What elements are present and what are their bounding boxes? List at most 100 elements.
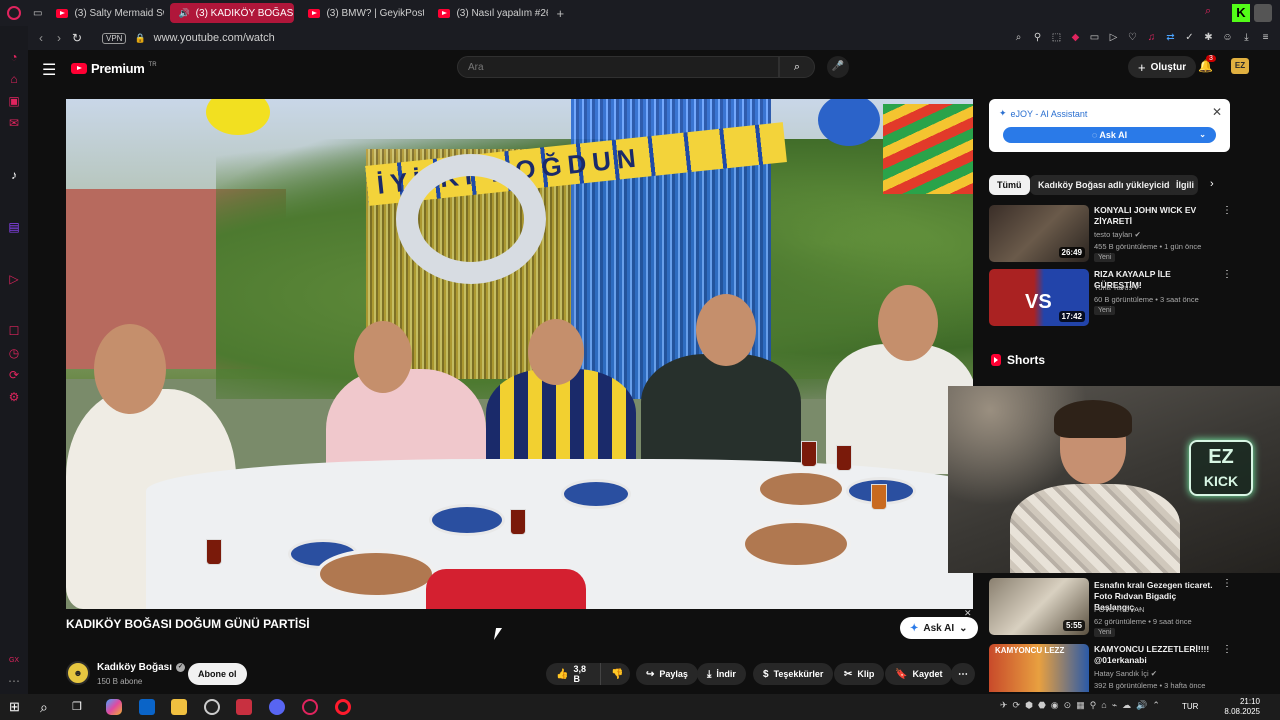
discord-icon[interactable] xyxy=(269,699,285,715)
video-player[interactable]: İYİ Kİ DOĞDUN xyxy=(66,99,973,609)
ejoy-ask-ai-button[interactable]: ◌ Ask AI ⌄ xyxy=(1003,127,1216,143)
guide-menu-icon[interactable]: ☰ xyxy=(42,60,56,80)
player-icon[interactable]: ▷ xyxy=(7,272,21,286)
like-button[interactable]: 👍 3,8 B xyxy=(546,663,600,685)
zoom-icon[interactable]: ⌕ xyxy=(1012,31,1025,44)
chip-related[interactable]: İlgili xyxy=(1170,175,1198,195)
tab-kadikoy-bogasi[interactable]: 🔊 (3) KADIKÖY BOĞASI xyxy=(170,3,295,23)
tea-glass xyxy=(836,445,852,471)
new-tab-button[interactable]: + xyxy=(556,6,564,21)
tray-icons[interactable]: ✈⟳⬢⬣◉⊙▦⚲⌂⌁☁🔊⌃ xyxy=(1000,700,1165,711)
windows-start-icon[interactable]: ⊞ xyxy=(9,699,25,715)
recommendation-item[interactable]: 26:49 KONYALI JOHN WICK EV ZİYARETİ test… xyxy=(989,205,1232,263)
tab-bmw-geyikpost[interactable]: (3) BMW? | GeyikPost#4 xyxy=(300,3,424,23)
more-vertical-icon[interactable]: ⋮ xyxy=(1222,205,1232,216)
reload-icon[interactable]: ↻ xyxy=(68,31,86,45)
new-badge: Yeni xyxy=(1094,306,1116,315)
recommendation-item[interactable]: VS 17:42 RIZA KAYAALP İLE GÜREŞTİM! Tuna… xyxy=(989,269,1232,327)
channel-name-row[interactable]: Kadıköy Boğası ✓ xyxy=(97,662,186,673)
more-vertical-icon[interactable]: ⋮ xyxy=(1222,269,1232,280)
video-thumbnail[interactable]: VS 17:42 xyxy=(989,269,1089,326)
close-icon[interactable]: ✕ xyxy=(1212,105,1222,119)
youtube-logo[interactable]: Premium TR xyxy=(71,61,157,76)
vpn-badge[interactable]: VPN xyxy=(102,32,127,44)
more-actions-button[interactable]: ⋯ xyxy=(951,663,975,685)
workspaces-icon[interactable]: ▭ xyxy=(33,8,42,19)
system-clock[interactable]: 21:10 8.08.2025 xyxy=(1224,697,1260,717)
thanks-button[interactable]: $ Teşekkürler xyxy=(753,663,834,685)
subscribe-button[interactable]: Abone ol xyxy=(188,663,247,685)
video-thumbnail[interactable]: KAMYONCU LEZZ xyxy=(989,644,1089,692)
opera-icon[interactable] xyxy=(335,699,351,715)
language-indicator[interactable]: TUR xyxy=(1182,702,1198,711)
chevron-right-icon[interactable]: › xyxy=(1210,178,1214,190)
history-icon[interactable]: ◷ xyxy=(7,346,21,360)
tiktok-icon[interactable]: ♪ xyxy=(7,168,21,182)
video-title[interactable]: KONYALI JOHN WICK EV ZİYARETİ xyxy=(1094,205,1216,227)
ask-ai-button[interactable]: ✦ Ask AI ⌄ xyxy=(900,617,978,639)
aria-icon[interactable]: ◔ xyxy=(7,50,21,64)
search-tabs-icon[interactable]: ⌕ xyxy=(1205,5,1211,18)
flow-icon[interactable]: ▭ xyxy=(1088,31,1101,44)
recommendation-item[interactable]: KAMYONCU LEZZ KAMYONCU LEZZETLERİ!!!! @0… xyxy=(989,644,1229,692)
download-button[interactable]: ⤓ İndir xyxy=(697,663,746,685)
forward-icon[interactable]: › xyxy=(50,31,68,45)
video-thumbnail[interactable]: 5:55 xyxy=(989,578,1089,635)
silver-number-balloon xyxy=(396,154,546,284)
clip-button[interactable]: ✂ Klip xyxy=(834,663,885,685)
twitch-icon[interactable]: ▤ xyxy=(7,220,21,234)
profile-icon[interactable]: ☺ xyxy=(1221,31,1234,44)
search-button[interactable]: ⌕ xyxy=(779,56,815,78)
browser-logo-icon[interactable] xyxy=(7,6,21,20)
copilot-icon[interactable] xyxy=(106,699,122,715)
search-icon[interactable]: ⌕ xyxy=(40,699,56,715)
more-vertical-icon[interactable]: ⋮ xyxy=(1222,644,1229,655)
create-button[interactable]: + Oluştur xyxy=(1128,56,1197,78)
extensions-icon[interactable]: ⟳ xyxy=(7,368,21,382)
menu-icon[interactable]: ≡ xyxy=(1259,31,1272,44)
tab-salty-mermaid[interactable]: (3) Salty Mermaid Swimw xyxy=(48,3,164,23)
shield-icon[interactable]: ◆ xyxy=(1069,31,1082,44)
gx-icon[interactable]: GX xyxy=(7,654,21,668)
heart-icon[interactable]: ♡ xyxy=(1126,31,1139,44)
person-2-head xyxy=(354,321,412,393)
audio-extension-icon[interactable]: ♫ xyxy=(1145,31,1158,44)
extension-icon[interactable]: ✓ xyxy=(1183,31,1196,44)
search-input[interactable] xyxy=(468,61,778,73)
voice-search-icon[interactable]: 🎤 xyxy=(827,56,849,78)
settings-icon[interactable]: ⚙ xyxy=(7,390,21,404)
video-title[interactable]: KAMYONCU LEZZETLERİ!!!! @01erkanabi xyxy=(1094,644,1216,666)
translate-extension-icon[interactable]: ⇄ xyxy=(1164,31,1177,44)
dislike-button[interactable]: 👎 xyxy=(600,663,630,685)
save-button[interactable]: 🔖 Kaydet xyxy=(885,663,953,685)
file-explorer-icon[interactable] xyxy=(171,699,187,715)
pin-icon[interactable]: ⚲ xyxy=(1031,31,1044,44)
video-editor-icon[interactable] xyxy=(236,699,252,715)
task-view-icon[interactable]: ❐ xyxy=(72,699,88,715)
snapshot-icon[interactable]: ⬚ xyxy=(1050,31,1063,44)
channel-avatar[interactable]: ☻ xyxy=(66,661,90,685)
puzzle-icon[interactable]: ✱ xyxy=(1202,31,1215,44)
outlook-icon[interactable] xyxy=(139,699,155,715)
messenger-icon[interactable]: ▣ xyxy=(7,94,21,108)
tab-nasil-yapalim[interactable]: (3) Nasıl yapalım #267 | K xyxy=(430,3,548,23)
account-avatar[interactable]: EZ xyxy=(1231,58,1249,74)
video-thumbnail[interactable]: 26:49 xyxy=(989,205,1089,262)
more-icon[interactable]: ⋯ xyxy=(7,674,21,688)
download-icon[interactable]: ⤓ xyxy=(1240,31,1253,44)
person-4 xyxy=(641,354,801,474)
send-icon[interactable]: ▷ xyxy=(1107,31,1120,44)
chip-from-uploader[interactable]: Kadıköy Boğası adlı yükleyiciden xyxy=(1030,175,1189,195)
recommendation-item[interactable]: 5:55 Esnafın kralı Gezegen ticaret. Foto… xyxy=(989,578,1232,637)
shopping-icon[interactable]: ⌂ xyxy=(7,72,21,86)
url-field[interactable]: www.youtube.com/watch xyxy=(154,32,275,44)
more-vertical-icon[interactable]: ⋮ xyxy=(1222,578,1232,589)
mail-icon[interactable]: ✉ xyxy=(7,116,21,130)
bookmarks-icon[interactable]: ☐ xyxy=(7,324,21,338)
share-button[interactable]: ↪ Paylaş xyxy=(636,663,698,685)
opera-gx-icon[interactable] xyxy=(302,699,318,715)
chip-all[interactable]: Tümü xyxy=(989,175,1030,195)
obs-icon[interactable] xyxy=(204,699,220,715)
speaker-icon[interactable]: 🔊 xyxy=(178,8,189,19)
back-icon[interactable]: ‹ xyxy=(32,31,50,45)
